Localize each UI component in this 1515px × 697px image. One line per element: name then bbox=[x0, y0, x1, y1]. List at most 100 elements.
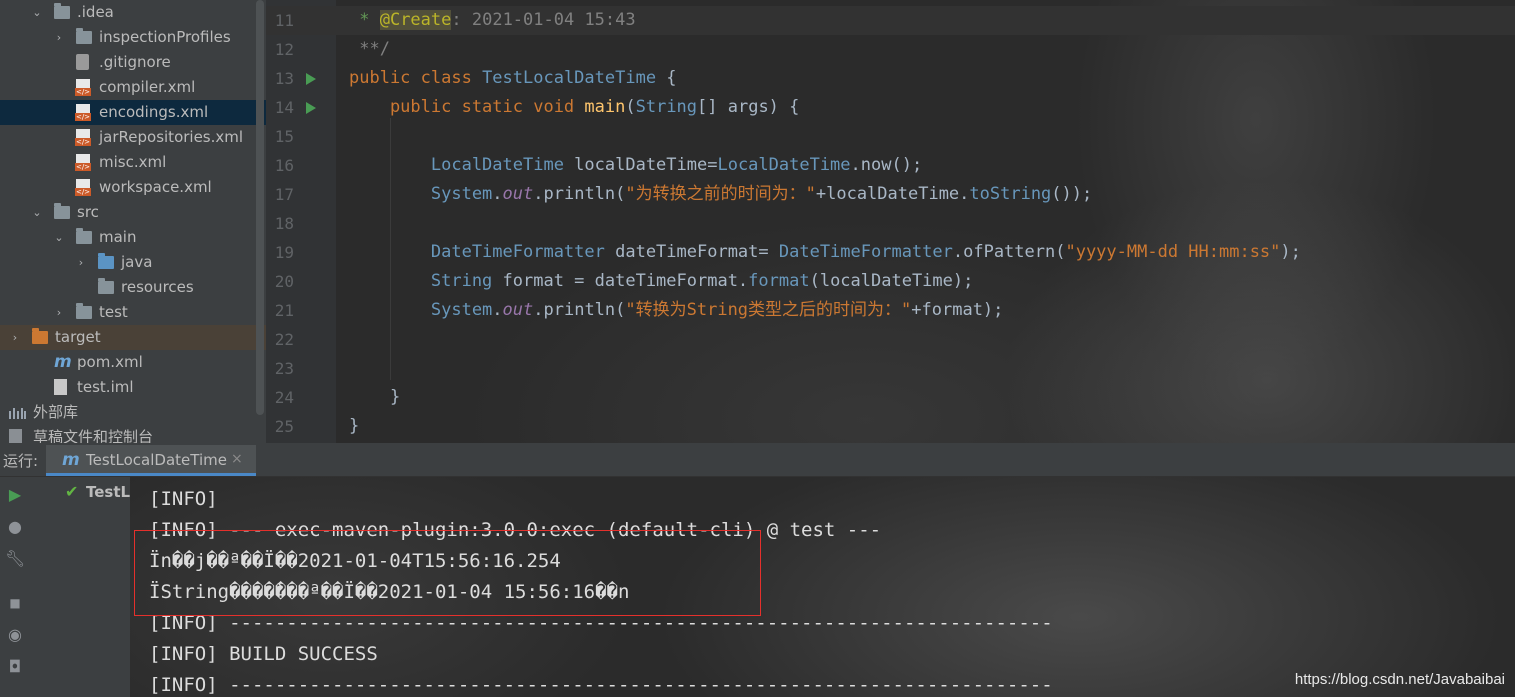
rerun-icon[interactable]: ▶ bbox=[5, 485, 25, 505]
tree-item-gitignore[interactable]: .gitignore bbox=[0, 50, 266, 75]
tree-item-main[interactable]: ⌄ main bbox=[0, 225, 266, 250]
code-line[interactable]: 11 * @Create: 2021-01-04 15:43 bbox=[266, 6, 1515, 35]
code-line[interactable]: 14 public static void main(String[] args… bbox=[266, 93, 1515, 122]
maven-icon: m bbox=[54, 352, 72, 372]
run-tree-item-label[interactable]: TestLocalDateTime bbox=[86, 483, 130, 501]
tree-item-src[interactable]: ⌄ src bbox=[0, 200, 266, 225]
folder-icon bbox=[54, 3, 70, 19]
stop-icon[interactable]: ■ bbox=[5, 593, 25, 613]
camera-icon[interactable]: ◘ bbox=[5, 657, 25, 677]
tree-item-label: .gitignore bbox=[99, 53, 171, 71]
code-line[interactable]: 17 System.out.println("为转换之前的时间为："+local… bbox=[266, 180, 1515, 209]
tree-item-label: src bbox=[77, 203, 99, 221]
xml-file-icon bbox=[75, 129, 91, 146]
console-line: [INFO] bbox=[149, 488, 218, 510]
code-line[interactable]: 23 bbox=[266, 354, 1515, 383]
eye-icon[interactable]: ◉ bbox=[5, 625, 25, 645]
line-number: 20 bbox=[274, 272, 294, 291]
tree-item-label: compiler.xml bbox=[99, 78, 196, 96]
chevron-right-icon[interactable]: › bbox=[9, 325, 21, 350]
run-gutter-icon[interactable] bbox=[306, 73, 316, 85]
code-text: **/ bbox=[349, 39, 390, 59]
code-text: } bbox=[349, 387, 401, 407]
run-results-tree: ✔ TestLocalDateTime bbox=[30, 477, 130, 697]
tree-item-[interactable]: 草稿文件和控制台 bbox=[0, 425, 266, 443]
tree-item-java[interactable]: › java bbox=[0, 250, 266, 275]
folder-icon bbox=[98, 253, 114, 269]
tree-item-inspectionprofiles[interactable]: › inspectionProfiles bbox=[0, 25, 266, 50]
tree-item-test-iml[interactable]: test.iml bbox=[0, 375, 266, 400]
code-text: System.out.println("转换为String类型之后的时间为："+… bbox=[349, 300, 1004, 320]
tree-item-label: .idea bbox=[77, 3, 114, 21]
tree-item-jarrepositories-xml[interactable]: jarRepositories.xml bbox=[0, 125, 266, 150]
line-number: 19 bbox=[274, 243, 294, 262]
code-line[interactable]: 12 **/ bbox=[266, 35, 1515, 64]
tree-item-label: test bbox=[99, 303, 128, 321]
code-line[interactable]: 24 } bbox=[266, 383, 1515, 412]
line-number: 21 bbox=[274, 301, 294, 320]
iml-file-icon bbox=[54, 379, 67, 395]
code-editor[interactable]: 11 * @Create: 2021-01-04 15:43 12 **/13 pu… bbox=[266, 0, 1515, 443]
project-scrollbar[interactable] bbox=[256, 0, 264, 415]
tree-item-label: target bbox=[55, 328, 101, 346]
tree-item-encodings-xml[interactable]: encodings.xml bbox=[0, 100, 266, 125]
tree-item-pom-xml[interactable]: m pom.xml bbox=[0, 350, 266, 375]
code-line[interactable]: 13 public class TestLocalDateTime { bbox=[266, 64, 1515, 93]
tree-item-label: java bbox=[121, 253, 153, 271]
run-tab-testlocaldatetime[interactable]: m TestLocalDateTime × bbox=[46, 445, 256, 476]
tree-item-label: main bbox=[99, 228, 137, 246]
scratch-icon bbox=[9, 429, 22, 443]
library-icon bbox=[9, 405, 27, 419]
tree-item-misc-xml[interactable]: misc.xml bbox=[0, 150, 266, 175]
code-line[interactable]: 21 System.out.println("转换为String类型之后的时间为… bbox=[266, 296, 1515, 325]
chevron-down-icon[interactable]: ⌄ bbox=[31, 0, 43, 25]
run-label: 运行: bbox=[3, 452, 39, 470]
tree-item-target[interactable]: › target bbox=[0, 325, 266, 350]
run-gutter-icon[interactable] bbox=[306, 102, 316, 114]
code-line[interactable]: 19 DateTimeFormatter dateTimeFormat= Dat… bbox=[266, 238, 1515, 267]
chevron-right-icon[interactable]: › bbox=[53, 25, 65, 50]
tree-item-workspace-xml[interactable]: workspace.xml bbox=[0, 175, 266, 200]
tree-item-label: resources bbox=[121, 278, 194, 296]
run-toolbar: ▶ ● 🔧︎ ■ ◉ ◘ bbox=[0, 477, 30, 697]
tree-item-test[interactable]: › test bbox=[0, 300, 266, 325]
code-line[interactable]: 18 bbox=[266, 209, 1515, 238]
tree-item-label: inspectionProfiles bbox=[99, 28, 231, 46]
code-line[interactable]: 15 bbox=[266, 122, 1515, 151]
chevron-down-icon[interactable]: ⌄ bbox=[31, 200, 43, 225]
tree-item-[interactable]: 外部库 bbox=[0, 400, 266, 425]
tree-item-compiler-xml[interactable]: compiler.xml bbox=[0, 75, 266, 100]
tree-item-label: workspace.xml bbox=[99, 178, 212, 196]
run-tool-window-header: 运行: m TestLocalDateTime × bbox=[0, 443, 1515, 477]
tree-item-idea[interactable]: ⌄ .idea bbox=[0, 0, 266, 25]
maven-icon: m bbox=[62, 450, 80, 470]
chevron-right-icon[interactable]: › bbox=[53, 300, 65, 325]
project-tree-panel: ⌄ .idea › inspectionProfiles .gitignore compi… bbox=[0, 0, 266, 443]
check-icon: ✔ bbox=[65, 482, 79, 501]
xml-file-icon bbox=[75, 179, 91, 196]
tree-item-resources[interactable]: resources bbox=[0, 275, 266, 300]
tree-item-label: pom.xml bbox=[77, 353, 143, 371]
code-text: public static void main(String[] args) { bbox=[349, 97, 800, 117]
close-icon[interactable]: × bbox=[231, 451, 243, 467]
tree-item-label: test.iml bbox=[77, 378, 134, 396]
code-line[interactable]: 22 bbox=[266, 325, 1515, 354]
code-line[interactable]: 20 String format = dateTimeFormat.format… bbox=[266, 267, 1515, 296]
wrench-icon[interactable]: 🔧︎ bbox=[5, 549, 25, 569]
code-text: String format = dateTimeFormat.format(lo… bbox=[349, 271, 974, 291]
code-line[interactable]: 16 LocalDateTime localDateTime=LocalDate… bbox=[266, 151, 1515, 180]
line-number: 25 bbox=[274, 417, 294, 436]
code-line[interactable]: 25} bbox=[266, 412, 1515, 441]
debug-icon[interactable]: ● bbox=[5, 517, 25, 537]
chevron-right-icon[interactable]: › bbox=[75, 250, 87, 275]
line-number: 15 bbox=[274, 127, 294, 146]
code-text: * @Create: 2021-01-04 15:43 bbox=[349, 10, 636, 30]
folder-icon bbox=[76, 303, 92, 319]
highlight-annotation-box bbox=[134, 530, 761, 616]
chevron-down-icon[interactable]: ⌄ bbox=[53, 225, 65, 250]
gitignore-file-icon bbox=[76, 54, 89, 70]
console-line: [INFO] BUILD SUCCESS bbox=[149, 643, 378, 665]
line-number: 16 bbox=[274, 156, 294, 175]
line-number: 22 bbox=[274, 330, 294, 349]
code-text: } bbox=[349, 416, 360, 436]
